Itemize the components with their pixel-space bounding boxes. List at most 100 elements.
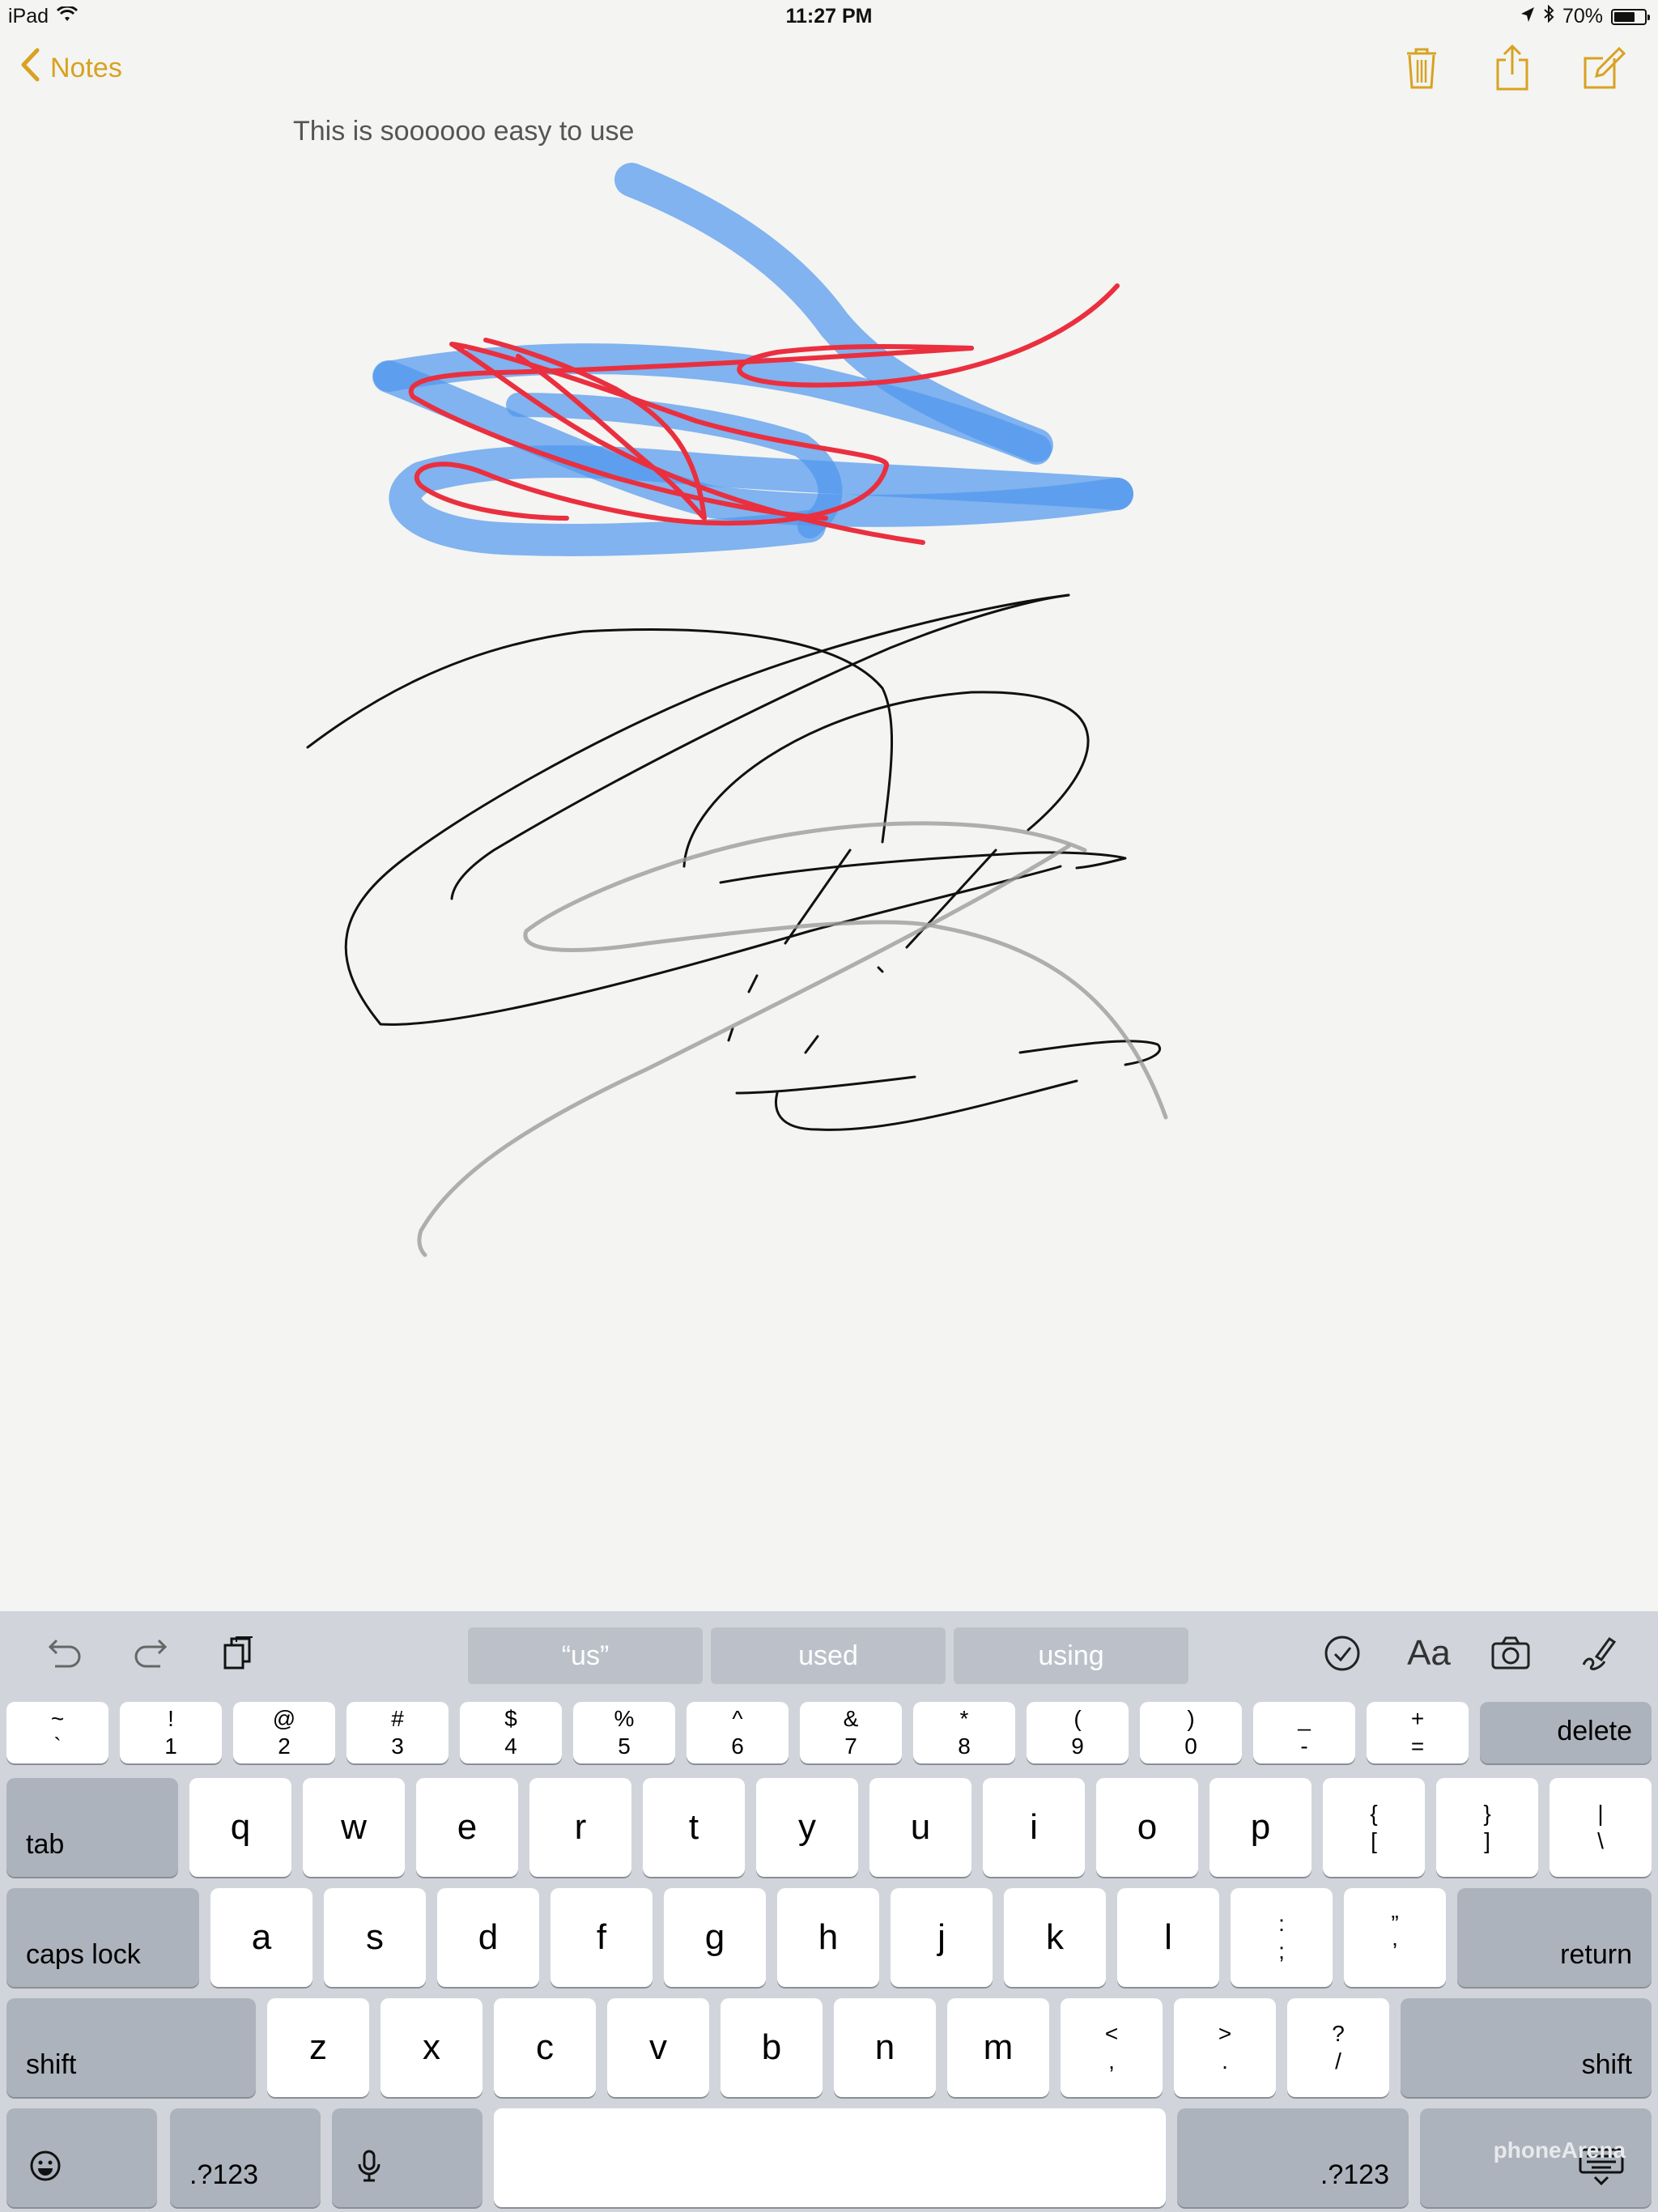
key-e-label: e [457, 1807, 478, 1847]
key-z[interactable]: z [267, 1998, 369, 2097]
key-symbol-z-2[interactable]: ? / [1287, 1998, 1389, 2097]
key-symbol-a-0-bottom: ; [1278, 1938, 1285, 1963]
key-o[interactable]: o [1096, 1778, 1198, 1877]
space-key[interactable] [494, 2108, 1166, 2207]
dictation-key[interactable] [332, 2108, 483, 2207]
key-number-4-labels: $4 [504, 1705, 517, 1760]
key-number-3[interactable]: #3 [346, 1702, 449, 1763]
watermark: phoneArena [1493, 2138, 1626, 2163]
keyboard: “us” used using Aa ~ `! 1 @2 #3 $4% 5 ^ 6 & 7 * 8(9)… [0, 1611, 1658, 2212]
caps-lock-label: caps lock [26, 1939, 141, 1970]
key-symbol-a-1[interactable]: ”’ [1344, 1888, 1446, 1987]
key-number-8[interactable]: * 8 [913, 1702, 1015, 1763]
key-symbol-q-0[interactable]: {[ [1323, 1778, 1425, 1877]
key-q[interactable]: q [189, 1778, 291, 1877]
key-v[interactable]: v [607, 1998, 709, 2097]
format-button[interactable]: Aa [1401, 1629, 1457, 1678]
key-number-6-top: ^ [732, 1706, 743, 1731]
key-y[interactable]: y [756, 1778, 858, 1877]
key-number-0[interactable]: ~ ` [6, 1702, 108, 1763]
key-symbol-z-1[interactable]: >. [1174, 1998, 1276, 2097]
key-m[interactable]: m [947, 1998, 1049, 2097]
emoji-icon [28, 2148, 63, 2193]
key-t[interactable]: t [643, 1778, 745, 1877]
numbers-left-key[interactable]: .?123 [170, 2108, 321, 2207]
key-symbol-z-1-labels: >. [1218, 2020, 1231, 2075]
key-f[interactable]: f [551, 1888, 653, 1987]
sketch-canvas[interactable] [0, 0, 1658, 1611]
key-e[interactable]: e [416, 1778, 518, 1877]
key-l[interactable]: l [1117, 1888, 1219, 1987]
key-w[interactable]: w [303, 1778, 405, 1877]
key-n[interactable]: n [834, 1998, 936, 2097]
key-symbol-a-1-top: ” [1391, 1911, 1399, 1936]
key-h-label: h [818, 1917, 839, 1957]
key-c[interactable]: c [494, 1998, 596, 2097]
key-symbol-a-1-labels: ”’ [1391, 1910, 1398, 1965]
suggestion-2[interactable]: used [711, 1627, 946, 1684]
caps-lock-key[interactable]: caps lock [6, 1888, 199, 1987]
key-symbol-q-1-labels: }] [1483, 1800, 1490, 1855]
key-number-1[interactable]: ! 1 [120, 1702, 222, 1763]
emoji-key[interactable] [6, 2108, 157, 2207]
key-symbol-z-2-top: ? [1332, 2021, 1345, 2046]
key-number-2[interactable]: @2 [233, 1702, 335, 1763]
key-number-7-top: & [843, 1706, 859, 1731]
key-i[interactable]: i [983, 1778, 1085, 1877]
key-number-5-bottom: 5 [618, 1733, 631, 1759]
suggestion-3[interactable]: using [954, 1627, 1188, 1684]
key-number-6[interactable]: ^ 6 [687, 1702, 789, 1763]
key-f-label: f [596, 1917, 607, 1957]
key-number-5[interactable]: % 5 [573, 1702, 675, 1763]
return-key[interactable]: return [1457, 1888, 1652, 1987]
key-g-label: g [704, 1917, 725, 1957]
key-number-7[interactable]: & 7 [800, 1702, 902, 1763]
key-symbol-q-2[interactable]: | \ [1550, 1778, 1652, 1877]
suggestion-1[interactable]: “us” [468, 1627, 703, 1684]
key-a[interactable]: a [210, 1888, 312, 1987]
shift-left-key[interactable]: shift [6, 1998, 256, 2097]
key-number-12[interactable]: + = [1367, 1702, 1469, 1763]
numbers-right-key[interactable]: .?123 [1177, 2108, 1409, 2207]
tab-key[interactable]: tab [6, 1778, 178, 1877]
key-number-11[interactable]: _ - [1253, 1702, 1355, 1763]
undo-button[interactable] [39, 1629, 87, 1678]
key-u[interactable]: u [869, 1778, 971, 1877]
key-number-1-top: ! [168, 1706, 174, 1731]
key-number-5-top: % [614, 1706, 635, 1731]
key-i-label: i [1030, 1807, 1038, 1847]
key-number-9[interactable]: (9 [1027, 1702, 1129, 1763]
key-k[interactable]: k [1004, 1888, 1106, 1987]
redo-button[interactable] [128, 1629, 176, 1678]
sketch-button[interactable] [1572, 1629, 1621, 1678]
key-j[interactable]: j [891, 1888, 993, 1987]
key-h[interactable]: h [777, 1888, 879, 1987]
key-number-0-bottom: ` [53, 1733, 62, 1759]
key-symbol-z-0[interactable]: <, [1061, 1998, 1163, 2097]
checklist-button[interactable] [1318, 1629, 1367, 1678]
key-number-4[interactable]: $4 [460, 1702, 562, 1763]
key-number-10[interactable]: ) 0 [1140, 1702, 1242, 1763]
key-m-label: m [983, 2027, 1014, 2067]
key-j-label: j [937, 1917, 946, 1957]
key-d[interactable]: d [437, 1888, 539, 1987]
key-number-7-bottom: 7 [844, 1733, 857, 1759]
key-r[interactable]: r [529, 1778, 631, 1877]
key-symbol-a-0[interactable]: :; [1231, 1888, 1333, 1987]
shift-right-key[interactable]: shift [1401, 1998, 1652, 2097]
camera-button[interactable] [1486, 1629, 1535, 1678]
key-symbol-q-1[interactable]: }] [1436, 1778, 1538, 1877]
delete-label: delete [1557, 1716, 1632, 1746]
delete-key[interactable]: delete [1480, 1702, 1652, 1763]
key-o-label: o [1137, 1807, 1158, 1847]
key-w-label: w [341, 1807, 367, 1847]
shift-right-label: shift [1581, 2049, 1632, 2080]
shift-left-label: shift [26, 2049, 77, 2080]
key-p[interactable]: p [1209, 1778, 1312, 1877]
key-b[interactable]: b [721, 1998, 823, 2097]
key-x[interactable]: x [380, 1998, 483, 2097]
paste-button[interactable] [215, 1629, 264, 1678]
key-s[interactable]: s [324, 1888, 426, 1987]
key-g[interactable]: g [664, 1888, 766, 1987]
key-a-label: a [251, 1917, 272, 1957]
